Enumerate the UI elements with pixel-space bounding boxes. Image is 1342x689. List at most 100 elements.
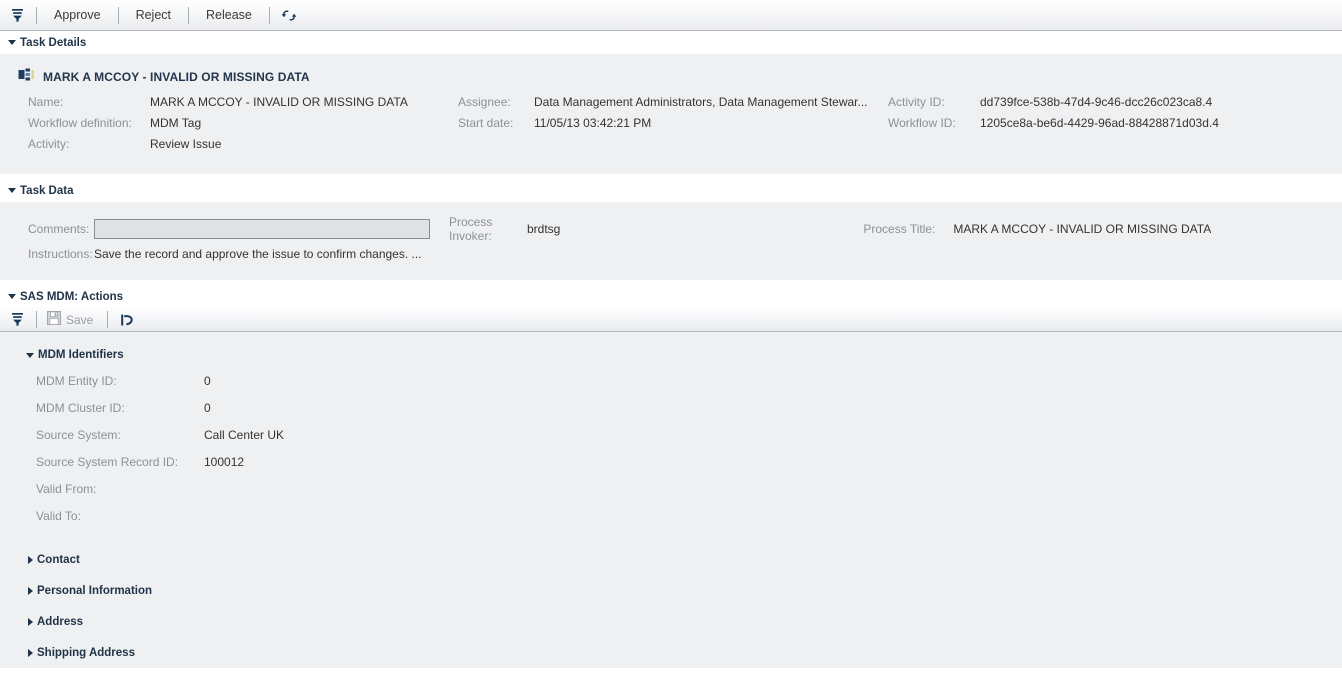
instructions-label: Instructions: bbox=[28, 247, 93, 261]
field-value: Data Management Administrators, Data Man… bbox=[534, 95, 868, 109]
field-value: MARK A MCCOY - INVALID OR MISSING DATA bbox=[150, 95, 408, 109]
task-details-column-middle: Assignee: Data Management Administrators… bbox=[458, 95, 888, 158]
section-title-address: Address bbox=[37, 615, 84, 628]
undo-arrow-icon[interactable] bbox=[116, 309, 138, 331]
process-title-value: MARK A MCCOY - INVALID OR MISSING DATA bbox=[953, 222, 1212, 236]
toolbar-separator bbox=[36, 311, 37, 328]
chevron-right-icon bbox=[28, 617, 33, 626]
section-title-mdm-identifiers: MDM Identifiers bbox=[38, 349, 124, 361]
section-header-shipping-address[interactable]: Shipping Address bbox=[0, 637, 1342, 668]
field-label: Activity: bbox=[28, 137, 70, 151]
task-data-row-comments: Comments: Process Invoker: brdtsg Proces… bbox=[0, 215, 1342, 243]
field-label: Name: bbox=[28, 95, 64, 109]
field-valid-to: Valid To: bbox=[36, 509, 1342, 536]
comments-input[interactable] bbox=[94, 219, 430, 239]
field-name: Name: MARK A MCCOY - INVALID OR MISSING … bbox=[28, 95, 458, 116]
field-value: 11/05/13 03:42:21 PM bbox=[534, 116, 652, 130]
field-mdm-entity-id: MDM Entity ID: 0 bbox=[36, 374, 1342, 401]
toolbar-separator bbox=[268, 6, 270, 24]
field-workflow-id: Workflow ID: 1205ce8a-be6d-4429-96ad-884… bbox=[888, 116, 1288, 137]
field-value: 0 bbox=[204, 374, 211, 388]
field-label: Source System Record ID: bbox=[36, 455, 179, 469]
field-label: Workflow ID: bbox=[888, 116, 956, 130]
chevron-down-icon bbox=[8, 40, 16, 45]
section-header-mdm-identifiers[interactable]: MDM Identifiers bbox=[0, 344, 1342, 366]
field-valid-from: Valid From: bbox=[36, 482, 1342, 509]
field-activity-id: Activity ID: dd739fce-538b-47d4-9c46-dcc… bbox=[888, 95, 1288, 116]
field-label: Activity ID: bbox=[888, 95, 945, 109]
field-mdm-cluster-id: MDM Cluster ID: 0 bbox=[36, 401, 1342, 428]
chevron-right-icon bbox=[28, 648, 33, 657]
task-data-panel: Comments: Process Invoker: brdtsg Proces… bbox=[0, 202, 1342, 280]
comments-label: Comments: bbox=[28, 222, 90, 236]
save-button[interactable]: Save bbox=[45, 310, 99, 329]
field-assignee: Assignee: Data Management Administrators… bbox=[458, 95, 888, 116]
toolbar-separator bbox=[117, 6, 119, 24]
section-title-task-details: Task Details bbox=[20, 36, 87, 49]
chevron-down-icon bbox=[26, 352, 34, 358]
task-title-row: MARK A MCCOY - INVALID OR MISSING DATA bbox=[0, 54, 1342, 95]
field-value: Review Issue bbox=[150, 137, 222, 151]
chevron-right-icon bbox=[28, 586, 33, 595]
field-workflow-definition: Workflow definition: MDM Tag bbox=[28, 116, 458, 137]
save-button-label: Save bbox=[66, 312, 94, 327]
task-details-fields: Name: MARK A MCCOY - INVALID OR MISSING … bbox=[0, 95, 1342, 174]
page-title: MARK A MCCOY - INVALID OR MISSING DATA bbox=[43, 70, 310, 84]
instructions-value: Save the record and approve the issue to… bbox=[94, 247, 422, 261]
process-title-label: Process Title: bbox=[863, 222, 936, 236]
field-label: MDM Entity ID: bbox=[36, 374, 117, 388]
release-button[interactable]: Release bbox=[197, 5, 261, 26]
task-details-column-right: Activity ID: dd739fce-538b-47d4-9c46-dcc… bbox=[888, 95, 1288, 158]
mdm-actions-toolbar: Save bbox=[0, 308, 1342, 332]
section-header-personal-information[interactable]: Personal Information bbox=[0, 575, 1342, 606]
field-label: Start date: bbox=[458, 116, 514, 130]
section-title-task-data: Task Data bbox=[20, 184, 74, 197]
refresh-icon[interactable] bbox=[278, 4, 300, 26]
field-label: Valid To: bbox=[36, 509, 81, 523]
chevron-right-icon bbox=[28, 555, 33, 564]
task-details-column-left: Name: MARK A MCCOY - INVALID OR MISSING … bbox=[28, 95, 458, 158]
section-header-contact[interactable]: Contact bbox=[0, 544, 1342, 575]
process-invoker-label: Process Invoker: bbox=[449, 215, 493, 243]
field-label: Source System: bbox=[36, 428, 121, 442]
section-header-task-details[interactable]: Task Details bbox=[0, 31, 1342, 54]
approve-button[interactable]: Approve bbox=[45, 5, 110, 26]
section-title-contact: Contact bbox=[37, 553, 80, 566]
main-toolbar: Approve Reject Release bbox=[0, 0, 1342, 31]
section-title-personal-information: Personal Information bbox=[37, 584, 153, 597]
toolbar-separator bbox=[36, 6, 37, 24]
field-value: MDM Tag bbox=[150, 116, 202, 130]
process-invoker-value: brdtsg bbox=[527, 222, 561, 236]
field-label: Assignee: bbox=[458, 95, 511, 109]
field-value: 100012 bbox=[204, 455, 245, 469]
field-value: Call Center UK bbox=[204, 428, 285, 442]
reject-button[interactable]: Reject bbox=[127, 5, 180, 26]
field-activity: Activity: Review Issue bbox=[28, 137, 458, 158]
save-disk-icon bbox=[47, 311, 61, 328]
toolbar-separator bbox=[107, 311, 109, 328]
section-header-address[interactable]: Address bbox=[0, 606, 1342, 637]
field-source-system-record-id: Source System Record ID: 100012 bbox=[36, 455, 1342, 482]
entity-records-icon bbox=[18, 68, 35, 86]
toolbar-separator bbox=[188, 6, 189, 24]
chevron-down-icon bbox=[8, 188, 16, 193]
section-title-shipping-address: Shipping Address bbox=[37, 646, 135, 659]
mdm-identifiers-fields: MDM Entity ID: 0 MDM Cluster ID: 0 Sourc… bbox=[0, 366, 1342, 536]
task-details-panel: MARK A MCCOY - INVALID OR MISSING DATA N… bbox=[0, 54, 1342, 174]
mdm-actions-panel: MDM Identifiers MDM Entity ID: 0 MDM Clu… bbox=[0, 332, 1342, 668]
field-start-date: Start date: 11/05/13 03:42:21 PM bbox=[458, 116, 888, 137]
field-source-system: Source System: Call Center UK bbox=[36, 428, 1342, 455]
filter-dropdown-icon[interactable] bbox=[6, 4, 28, 26]
task-data-row-instructions: Instructions: Save the record and approv… bbox=[0, 242, 1342, 266]
section-header-sas-mdm-actions[interactable]: SAS MDM: Actions bbox=[0, 285, 1342, 308]
section-title-sas-mdm-actions: SAS MDM: Actions bbox=[20, 290, 124, 303]
field-label: Valid From: bbox=[36, 482, 97, 496]
field-value: 0 bbox=[204, 401, 211, 415]
field-value: 1205ce8a-be6d-4429-96ad-88428871d03d.4 bbox=[980, 116, 1219, 130]
chevron-down-icon bbox=[8, 294, 16, 299]
field-value: dd739fce-538b-47d4-9c46-dcc26c023ca8.4 bbox=[980, 95, 1213, 109]
filter-dropdown-icon[interactable] bbox=[6, 309, 28, 331]
section-header-task-data[interactable]: Task Data bbox=[0, 179, 1342, 202]
field-label: MDM Cluster ID: bbox=[36, 401, 125, 415]
field-label: Workflow definition: bbox=[28, 116, 132, 130]
